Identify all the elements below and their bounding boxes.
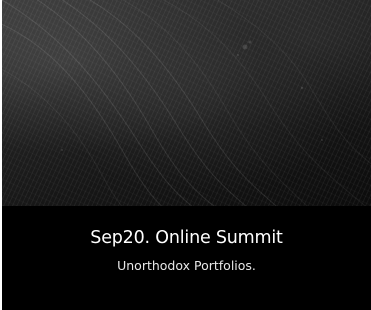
event-caption: Sep20. Online Summit Unorthodox Portfoli…	[2, 206, 371, 310]
event-subtitle: Unorthodox Portfolios.	[117, 258, 256, 273]
event-card[interactable]: Sep20. Online Summit Unorthodox Portfoli…	[2, 0, 371, 310]
event-cover-image	[2, 0, 371, 206]
event-title[interactable]: Sep20. Online Summit	[2, 228, 371, 248]
marble-texture	[2, 0, 371, 206]
